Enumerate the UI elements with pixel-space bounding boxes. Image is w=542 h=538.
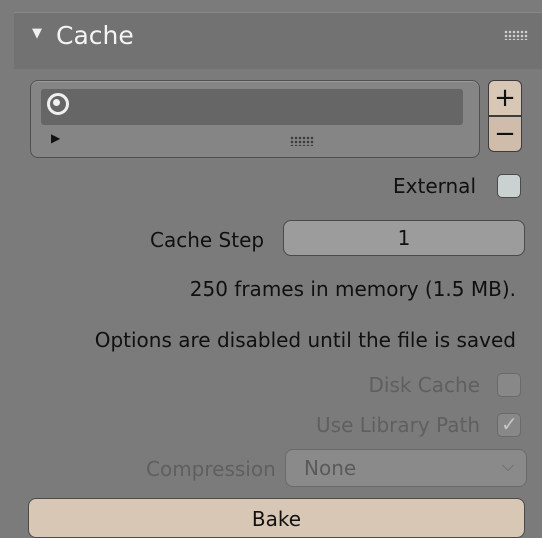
cache-step-field[interactable]: 1 (283, 220, 525, 256)
compression-select[interactable]: None ⌵ (285, 449, 527, 487)
external-checkbox[interactable] (497, 174, 521, 198)
triangle-right-icon[interactable]: ▶ (51, 131, 60, 145)
panel-title: Cache (56, 21, 134, 50)
add-cache-button[interactable]: + (488, 80, 522, 116)
remove-cache-button[interactable]: − (488, 116, 522, 152)
compression-label: Compression (146, 457, 276, 481)
cache-list-item[interactable] (41, 89, 463, 125)
use-library-path-checkbox[interactable] (497, 412, 521, 437)
point-cache-icon (47, 93, 69, 115)
bake-button[interactable]: Bake (28, 498, 525, 538)
disk-cache-label: Disk Cache (368, 373, 480, 397)
frames-in-memory-text: 250 frames in memory (1.5 MB). (189, 277, 516, 301)
resize-grip-icon[interactable] (290, 136, 314, 146)
disabled-notice-text: Options are disabled until the file is s… (94, 328, 516, 352)
drag-grip-icon[interactable] (504, 30, 528, 40)
cache-step-label: Cache Step (150, 228, 265, 252)
use-library-path-label: Use Library Path (316, 413, 480, 437)
external-label: External (393, 174, 476, 198)
chevron-down-icon: ⌵ (501, 456, 514, 475)
cache-list: ▶ (30, 80, 480, 158)
triangle-down-icon[interactable]: ▼ (32, 26, 42, 41)
disk-cache-checkbox[interactable] (497, 373, 521, 397)
compression-value: None (304, 456, 357, 480)
